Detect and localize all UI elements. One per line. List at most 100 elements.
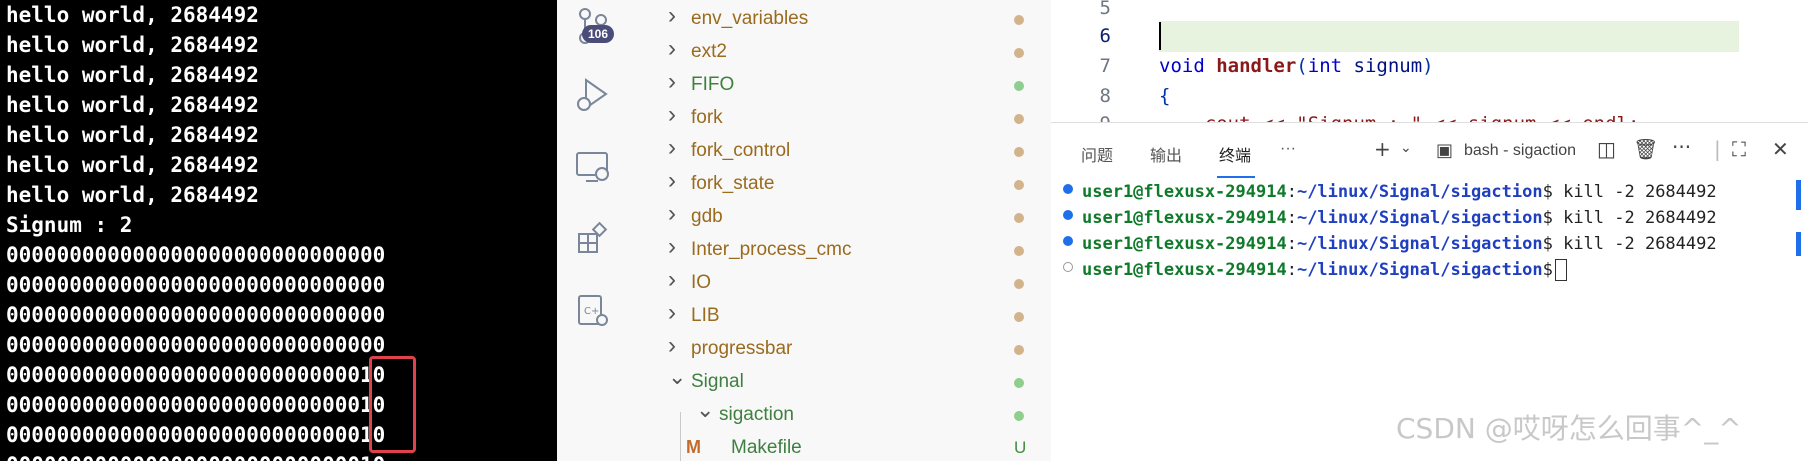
prompt-path: ~/linux/Signal/sigaction	[1296, 234, 1543, 254]
chevron-right-icon[interactable]: ›	[668, 167, 676, 195]
line-number: 8	[1099, 85, 1111, 107]
code-line: void handler(int signum)	[1159, 55, 1434, 77]
line-number: 5	[1099, 0, 1111, 19]
cmake-icon[interactable]: C+	[557, 292, 628, 330]
scrollbar-marker[interactable]	[1796, 232, 1801, 256]
tree-item[interactable]: M Makefile U	[628, 432, 1051, 464]
tree-item[interactable]: › ext2	[628, 35, 1051, 68]
tree-item[interactable]: › FIFO	[628, 68, 1051, 101]
tree-item[interactable]: › env_variables	[628, 2, 1051, 35]
tree-item[interactable]: › gdb	[628, 200, 1051, 233]
prompt-user: user1@flexusx-294914	[1082, 260, 1287, 280]
tree-item[interactable]: › fork	[628, 101, 1051, 134]
command-success-icon[interactable]	[1063, 210, 1073, 220]
terminal-line: 000000000000000000000000000000	[6, 333, 386, 357]
terminal-title[interactable]: bash - sigaction	[1464, 142, 1576, 160]
indent-guide	[680, 412, 681, 461]
terminal-line: 000000000000000000000000000000	[6, 243, 386, 267]
terminal-line: 000000000000000000000000000010	[6, 423, 386, 447]
tree-item[interactable]: › fork_control	[628, 134, 1051, 167]
close-panel-icon[interactable]: ✕	[1772, 137, 1789, 161]
tree-item-label: Signal	[691, 371, 744, 392]
tree-item-label: Inter_process_cmc	[691, 239, 852, 260]
tree-item-label: env_variables	[691, 8, 809, 29]
tree-item-label: gdb	[691, 206, 723, 227]
command-pending-icon[interactable]	[1063, 262, 1073, 272]
more-tabs-button[interactable]: ···	[1280, 140, 1296, 158]
extensions-icon[interactable]	[557, 222, 628, 256]
chevron-down-icon[interactable]: ⌄	[668, 364, 686, 390]
chevron-right-icon[interactable]: ›	[668, 68, 676, 96]
chevron-right-icon[interactable]: ›	[668, 200, 676, 228]
prompt-path: ~/linux/Signal/sigaction	[1296, 260, 1543, 280]
terminal-shell-icon: ▣	[1436, 140, 1454, 161]
terminal-line: user1@flexusx-294914:~/linux/Signal/siga…	[1082, 234, 1717, 254]
tree-item[interactable]: › IO	[628, 266, 1051, 299]
terminal-line: 000000000000000000000000000010	[6, 393, 386, 417]
tree-item-label: progressbar	[691, 338, 793, 359]
code-paren: (	[1296, 55, 1308, 77]
remote-explorer-icon[interactable]	[557, 150, 628, 186]
watermark: CSDN @哎呀怎么回事^_^	[1396, 412, 1742, 445]
git-status-dot	[1014, 279, 1024, 289]
tab-output[interactable]: 输出	[1150, 142, 1182, 166]
chevron-right-icon[interactable]: ›	[668, 2, 676, 30]
line-number: 9	[1081, 113, 1111, 122]
chevron-right-icon[interactable]: ›	[668, 332, 676, 360]
scrollbar-marker[interactable]	[1796, 180, 1801, 210]
split-terminal-icon[interactable]: ◫	[1597, 137, 1616, 161]
trash-icon[interactable]: 🗑	[1633, 137, 1658, 161]
terminal-cursor	[1554, 259, 1567, 281]
code-type: int	[1307, 55, 1343, 77]
chevron-down-icon[interactable]: ⌄	[1400, 140, 1412, 156]
terminal-line: user1@flexusx-294914:~/linux/Signal/siga…	[1082, 182, 1717, 202]
terminal-command: kill -2 2684492	[1563, 208, 1717, 228]
chevron-right-icon[interactable]: ›	[668, 35, 676, 63]
terminal-input-line[interactable]: user1@flexusx-294914:~/linux/Signal/siga…	[1082, 258, 1567, 282]
terminal-line: hello world, 2684492	[6, 3, 259, 27]
terminal-command: kill -2 2684492	[1563, 234, 1717, 254]
tree-item[interactable]: › LIB	[628, 299, 1051, 332]
active-tab-indicator	[1217, 176, 1255, 178]
svg-text:C+: C+	[584, 306, 599, 317]
current-line-highlight	[1159, 21, 1739, 52]
text-caret	[1159, 22, 1161, 50]
tree-item[interactable]: › progressbar	[628, 332, 1051, 365]
git-status-badge: U	[1014, 438, 1027, 457]
command-success-icon[interactable]	[1063, 184, 1073, 194]
divider: |	[1714, 137, 1721, 161]
new-terminal-icon[interactable]: +	[1374, 137, 1391, 161]
tree-item-label: ext2	[691, 41, 727, 62]
chevron-right-icon[interactable]: ›	[668, 101, 676, 129]
chevron-down-icon[interactable]: ⌄	[696, 397, 714, 423]
terminal-command: kill -2 2684492	[1563, 182, 1717, 202]
more-actions-icon[interactable]: ···	[1672, 135, 1691, 159]
tree-item[interactable]: › fork_state	[628, 167, 1051, 200]
prompt-path: ~/linux/Signal/sigaction	[1296, 182, 1543, 202]
tree-item[interactable]: ⌄ sigaction	[628, 397, 1051, 431]
tab-terminal[interactable]: 终端	[1219, 142, 1251, 166]
git-status-dot	[1014, 378, 1024, 388]
run-debug-icon[interactable]	[557, 76, 628, 114]
left-terminal[interactable]: hello world, 2684492 hello world, 268449…	[0, 0, 557, 461]
activity-bar: C+	[557, 0, 628, 461]
chevron-right-icon[interactable]: ›	[668, 299, 676, 327]
git-status-dot	[1014, 411, 1024, 421]
git-status-dot	[1014, 213, 1024, 223]
tab-problems[interactable]: 问题	[1081, 142, 1113, 166]
code-editor[interactable]: 5 6 7 8 9 void handler(int signum) { cou…	[1051, 0, 1808, 122]
chevron-right-icon[interactable]: ›	[668, 233, 676, 261]
chevron-right-icon[interactable]: ›	[668, 266, 676, 294]
line-number: 7	[1099, 55, 1111, 77]
command-success-icon[interactable]	[1063, 236, 1073, 246]
maximize-panel-icon[interactable]: ⛶	[1732, 137, 1746, 161]
tree-item-label: fork	[691, 107, 723, 128]
terminal-line: 000000000000000000000000000010	[6, 450, 385, 461]
git-status-dot	[1014, 81, 1024, 91]
terminal-line: 000000000000000000000000000010	[6, 363, 386, 387]
code-line: {	[1159, 85, 1171, 107]
tree-item[interactable]: › Inter_process_cmc	[628, 233, 1051, 266]
code-keyword: void	[1159, 55, 1205, 77]
chevron-right-icon[interactable]: ›	[668, 134, 676, 162]
tree-item[interactable]: ⌄ Signal	[628, 364, 1051, 398]
